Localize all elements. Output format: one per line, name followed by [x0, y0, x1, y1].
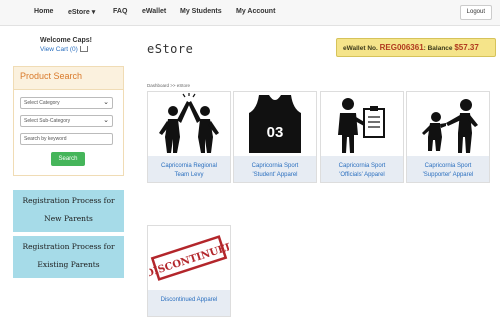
registration-existing-parents-link[interactable]: Registration Process for Existing Parent… [13, 236, 124, 278]
product-caption[interactable]: Capricornia Regional Team Levy [148, 156, 230, 182]
product-name-line2[interactable]: Team Levy [148, 171, 230, 180]
product-search-title: Product Search [20, 71, 83, 81]
view-cart-label[interactable]: View Cart (0) [40, 46, 78, 53]
product-caption[interactable]: Discontinued Apparel [148, 290, 230, 316]
cart-icon[interactable] [79, 46, 88, 53]
registration-line2: Existing Parents [37, 260, 100, 269]
chevron-down-icon: ⌄ [103, 99, 109, 106]
top-navigation-bar: Home eStore ▾ FAQ eWallet My Students My… [0, 0, 500, 26]
wallet-number: REG006361 [379, 43, 424, 52]
product-name-line1[interactable]: Capricornia Sport [321, 162, 403, 171]
category-select-value: Select Category [24, 100, 60, 106]
subcategory-select[interactable]: Select Sub-Category ⌄ [20, 115, 113, 127]
product-name-line2[interactable]: 'Student' Apparel [234, 171, 316, 180]
view-cart-link[interactable]: View Cart (0) [40, 46, 88, 53]
discontinued-stamp-icon[interactable]: DISCONTINUED [149, 227, 229, 289]
keyword-search-placeholder: Search by keyword [24, 136, 67, 142]
keyword-search-input[interactable]: Search by keyword [20, 133, 113, 145]
product-name-line1[interactable]: Discontinued Apparel [148, 296, 230, 305]
high-five-icon[interactable] [149, 93, 229, 155]
product-name-line1[interactable]: Capricornia Regional [148, 162, 230, 171]
page-title: eStore [147, 42, 194, 56]
product-name-line2[interactable]: 'Supporter' Apparel [407, 171, 489, 180]
wallet-label: eWallet No. [343, 45, 378, 52]
logout-button[interactable]: Logout [459, 5, 492, 20]
category-select[interactable]: Select Category ⌄ [20, 97, 113, 109]
jersey-icon[interactable]: 03 [235, 93, 315, 155]
product-caption[interactable]: Capricornia Sport 'Student' Apparel [234, 156, 316, 182]
chevron-down-icon: ⌄ [103, 117, 109, 124]
product-name-line1[interactable]: Capricornia Sport [407, 162, 489, 171]
registration-line1: Registration Process for [22, 196, 115, 205]
product-card-student-apparel[interactable]: 03 Capricornia Sport 'Student' Apparel [233, 91, 317, 183]
nav-my-account-link[interactable]: My Account [236, 8, 275, 15]
product-card-officials-apparel[interactable]: Capricornia Sport 'Officials' Apparel [320, 91, 404, 183]
product-card-team-levy[interactable]: Capricornia Regional Team Levy [147, 91, 231, 183]
nav-estore-menu[interactable]: eStore ▾ [68, 8, 95, 16]
nav-home-link[interactable]: Home [34, 8, 53, 15]
search-button[interactable]: Search [51, 152, 85, 166]
nav-my-students-link[interactable]: My Students [180, 8, 222, 15]
product-caption[interactable]: Capricornia Sport 'Officials' Apparel [321, 156, 403, 182]
wallet-balance-label: : Balance [423, 45, 453, 52]
product-card-discontinued-apparel[interactable]: DISCONTINUED Discontinued Apparel [147, 225, 231, 317]
jersey-number: 03 [267, 124, 284, 141]
wallet-balance-value: $57.37 [454, 43, 479, 52]
official-clipboard-icon[interactable] [322, 93, 402, 155]
product-caption[interactable]: Capricornia Sport 'Supporter' Apparel [407, 156, 489, 182]
product-name-line2[interactable]: 'Officials' Apparel [321, 171, 403, 180]
nav-ewallet-link[interactable]: eWallet [142, 8, 166, 15]
nav-faq-link[interactable]: FAQ [113, 8, 127, 15]
welcome-message: Welcome Caps! [40, 37, 92, 44]
registration-line2: New Parents [44, 214, 93, 223]
product-card-supporter-apparel[interactable]: Capricornia Sport 'Supporter' Apparel [406, 91, 490, 183]
product-name-line1[interactable]: Capricornia Sport [234, 162, 316, 171]
ewallet-balance-badge: eWallet No. REG006361: Balance $57.37 [336, 38, 496, 57]
registration-line1: Registration Process for [22, 242, 115, 251]
registration-new-parents-link[interactable]: Registration Process for New Parents [13, 190, 124, 232]
supporter-icon[interactable] [408, 93, 488, 155]
breadcrumb: Dashboard >> eStore [147, 83, 191, 88]
subcategory-select-value: Select Sub-Category [24, 118, 71, 124]
